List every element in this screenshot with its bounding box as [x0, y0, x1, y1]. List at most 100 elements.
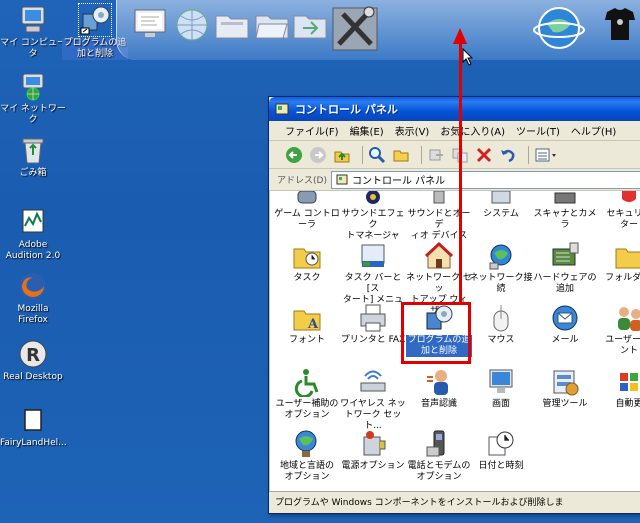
cp-item-mouse[interactable]: マウス	[468, 303, 534, 346]
speaker-icon	[424, 191, 454, 207]
desktop-icon-label: マイ ネットワーク	[0, 104, 66, 125]
cp-item-wireless-network-setup[interactable]: ワイヤレス ネッ トワーク セット...	[340, 367, 406, 432]
cp-item-label: ゲーム コントロ ーラ	[274, 209, 340, 230]
add-remove-programs-icon	[78, 3, 112, 37]
cp-item-security-center[interactable]: セキュリテ ター	[596, 191, 640, 231]
forward-button[interactable]	[309, 146, 327, 164]
taskbar-icon	[358, 241, 388, 271]
search-button[interactable]	[368, 146, 386, 164]
globe-icon[interactable]	[173, 6, 211, 44]
recycle-bin-icon	[17, 134, 49, 166]
move-to-button[interactable]	[427, 146, 445, 164]
globe-orbit-icon[interactable]	[533, 2, 585, 54]
cp-item-label: 電話とモデムの オプション	[407, 461, 471, 482]
cp-item-tasks[interactable]: タスク	[274, 241, 340, 284]
cp-item-phone-modem[interactable]: 電話とモデムの オプション	[406, 429, 472, 483]
menu-edit[interactable]: 編集(E)	[350, 123, 384, 138]
speech-icon	[424, 367, 454, 397]
sound-effect-icon	[358, 191, 388, 207]
desktop-icon-adobe-audition[interactable]: Adobe Audition 2.0	[0, 206, 66, 262]
menu-tools[interactable]: ツール(T)	[516, 123, 560, 138]
fonts-folder-icon: A	[292, 303, 322, 333]
adobe-audition-icon	[17, 206, 49, 238]
open-folder-icon[interactable]	[253, 6, 291, 44]
mouse-cursor-icon	[462, 47, 474, 66]
cp-item-power-options[interactable]: 電源オプション	[340, 429, 406, 472]
desktop-icon-label: Real Desktop	[3, 372, 63, 382]
folders-button[interactable]	[392, 146, 410, 164]
cp-item-label: ユーザー ア ント	[605, 335, 640, 356]
desktop-icon-recycle-bin[interactable]: ごみ箱	[0, 134, 66, 179]
window-titlebar[interactable]: コントロール パネル	[269, 97, 640, 121]
cp-item-speech-recognition[interactable]: 音声認識	[406, 367, 472, 410]
cp-item-game-controllers[interactable]: ゲーム コントロ ーラ	[274, 191, 340, 231]
cp-item-label: 画面	[491, 399, 510, 409]
cp-item-fonts[interactable]: A フォント	[274, 303, 340, 346]
cp-item-administrative-tools[interactable]: 管理ツール	[532, 367, 598, 410]
tools-icon[interactable]	[331, 4, 379, 54]
tshirt-icon[interactable]	[603, 6, 637, 44]
cp-item-accessibility-options[interactable]: ユーザー補助の オプション	[274, 367, 340, 421]
document-folder-icon[interactable]	[213, 6, 251, 44]
folder-options-icon	[614, 241, 640, 271]
cp-item-scanners-cameras[interactable]: スキャナとカメラ	[532, 191, 598, 231]
desktop-icon-label: FairyLandHel...	[0, 438, 67, 448]
views-button[interactable]	[534, 146, 558, 164]
accessibility-icon	[292, 367, 322, 399]
delete-x-icon	[476, 147, 492, 162]
cp-item-label: 自動更	[615, 399, 640, 409]
cp-item-printers-fax[interactable]: プリンタと FAX	[340, 303, 406, 346]
house-network-icon	[424, 241, 454, 271]
control-panel-icon	[336, 174, 348, 186]
cp-item-label: ユーザー補助の オプション	[275, 399, 339, 420]
delete-button[interactable]	[475, 146, 493, 164]
annotation-arrow-line	[459, 42, 462, 304]
address-input[interactable]: コントロール パネル	[330, 170, 640, 189]
cp-item-label: マウス	[487, 335, 515, 345]
toolbar	[269, 141, 640, 169]
power-icon	[358, 429, 388, 459]
cp-item-label: システム	[483, 209, 519, 219]
desktop-icon-my-computer[interactable]: マイ コンピュータ	[0, 4, 66, 60]
up-folder-button[interactable]	[333, 146, 351, 164]
network-globe-icon	[486, 241, 516, 271]
cp-item-add-hardware[interactable]: ハードウェアの 追加	[532, 241, 598, 295]
monitor-icon[interactable]	[131, 6, 169, 44]
move-to-icon	[429, 149, 443, 160]
real-desktop-icon: R	[17, 338, 49, 370]
cp-item-display[interactable]: 画面	[468, 367, 534, 410]
my-computer-icon	[17, 4, 49, 36]
cp-item-network-connections[interactable]: ネットワーク接 続	[468, 241, 534, 295]
desktop-icon-my-network[interactable]: マイ ネットワーク	[0, 70, 66, 126]
cp-item-label: プリンタと FAX	[340, 335, 406, 345]
cp-item-folder-options[interactable]: フォルダ オ	[596, 241, 640, 284]
cp-item-date-time[interactable]: 日付と時刻	[468, 429, 534, 472]
menu-help[interactable]: ヘルプ(H)	[571, 123, 616, 138]
folders-icon	[393, 150, 409, 161]
cp-item-label: タスク	[293, 273, 321, 283]
menu-file[interactable]: ファイル(F)	[285, 123, 339, 138]
my-network-icon	[17, 70, 49, 102]
desktop-icon-firefox[interactable]: Mozilla Firefox	[0, 270, 66, 326]
cp-item-regional-language[interactable]: 地域と言語の オプション	[274, 429, 340, 483]
cp-item-label: ハードウェアの 追加	[533, 273, 597, 294]
back-button[interactable]	[285, 146, 303, 164]
cp-item-user-accounts[interactable]: ユーザー ア ント	[596, 303, 640, 357]
folder-arrow-icon[interactable]	[291, 6, 329, 44]
menu-view[interactable]: 表示(V)	[395, 123, 430, 138]
cp-item-sound-effect-manager[interactable]: サウンドエフェク トマネージャ	[340, 191, 406, 242]
cp-item-sound-audio-devices[interactable]: サウンドとオーデ ィオ デバイス	[406, 191, 472, 242]
phone-icon	[424, 429, 454, 459]
menu-favorites[interactable]: お気に入り(A)	[440, 123, 505, 138]
annotation-arrow-head	[453, 28, 467, 44]
cp-item-automatic-updates[interactable]: 自動更	[596, 367, 640, 410]
cp-item-label: 地域と言語の オプション	[279, 461, 334, 482]
desktop-icon-label: ごみ箱	[19, 168, 47, 178]
undo-icon	[501, 149, 515, 162]
cp-item-system[interactable]: システム	[468, 191, 534, 220]
desktop-icon-real-desktop[interactable]: R Real Desktop	[0, 338, 66, 383]
cp-item-mail[interactable]: メール	[532, 303, 598, 346]
window-title: コントロール パネル	[295, 103, 398, 116]
undo-button[interactable]	[499, 146, 517, 164]
desktop-icon-fairylandhel[interactable]: FairyLandHel...	[0, 404, 67, 449]
